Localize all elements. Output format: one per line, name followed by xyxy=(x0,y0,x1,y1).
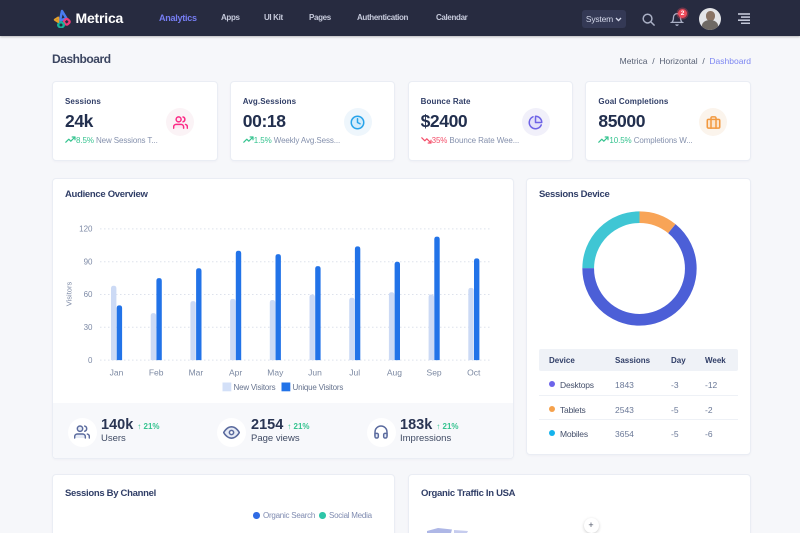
svg-text:Jan: Jan xyxy=(110,367,124,377)
svg-text:Jul: Jul xyxy=(349,367,360,377)
svg-text:30: 30 xyxy=(84,323,93,332)
svg-text:Apr: Apr xyxy=(229,367,242,377)
svg-text:Sep: Sep xyxy=(427,367,442,377)
svg-text:0: 0 xyxy=(88,355,93,364)
svg-text:90: 90 xyxy=(84,257,93,266)
svg-text:May: May xyxy=(267,367,284,377)
svg-text:Visitors: Visitors xyxy=(65,281,74,306)
svg-text:Unique Visitors: Unique Visitors xyxy=(293,383,344,392)
svg-text:Jun: Jun xyxy=(308,367,322,377)
svg-text:Feb: Feb xyxy=(149,367,164,377)
svg-text:Mar: Mar xyxy=(189,367,204,377)
svg-text:Oct: Oct xyxy=(467,367,481,377)
svg-text:120: 120 xyxy=(79,224,93,233)
svg-text:New Visitors: New Visitors xyxy=(234,383,276,392)
svg-text:Aug: Aug xyxy=(387,367,402,377)
svg-text:60: 60 xyxy=(84,290,93,299)
